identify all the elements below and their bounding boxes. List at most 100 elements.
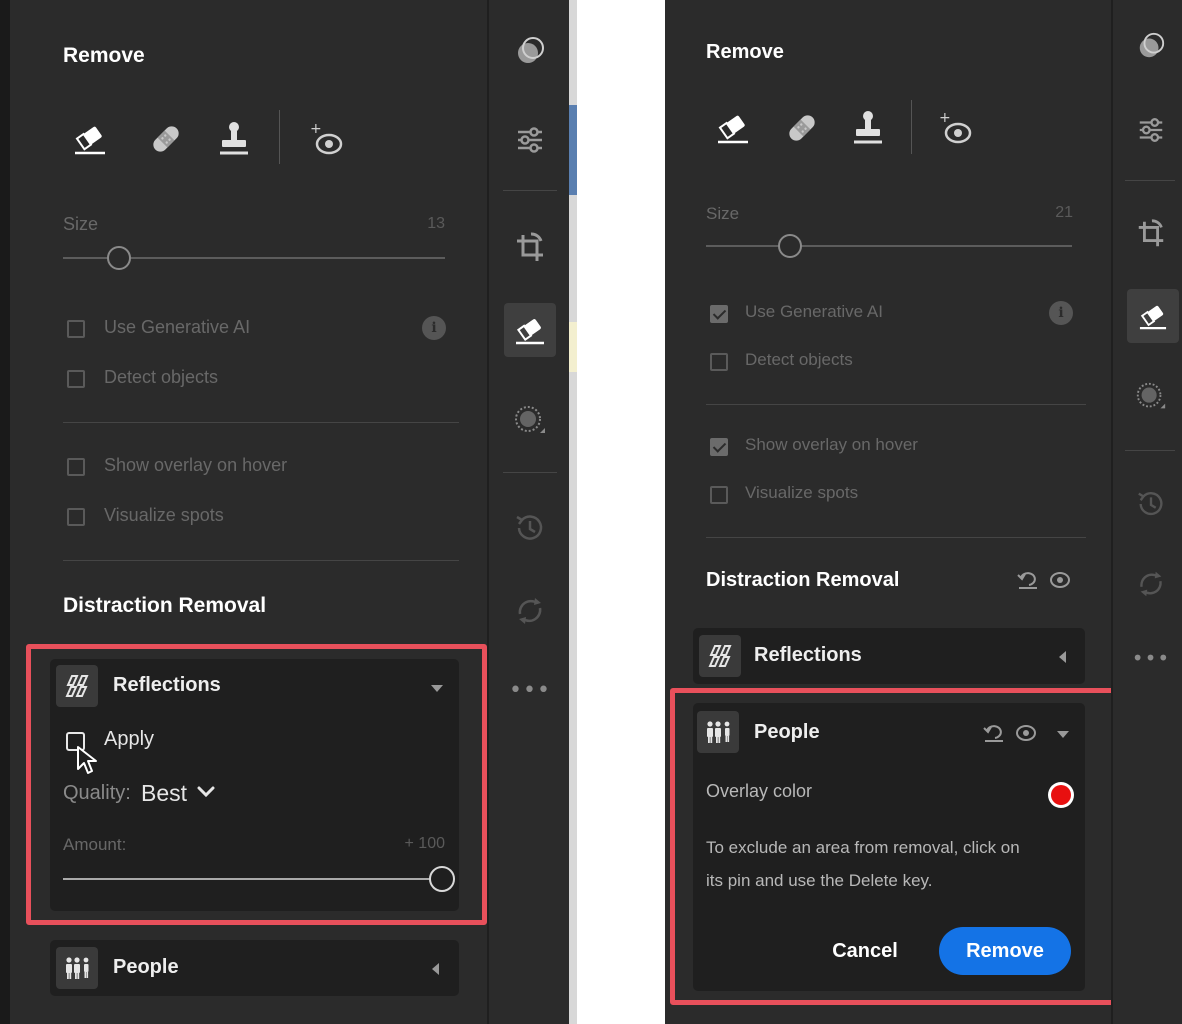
remove-title: Remove xyxy=(63,44,145,67)
cursor-arrow-icon xyxy=(76,745,100,781)
crop-rotate-icon[interactable] xyxy=(1127,210,1175,258)
stamp-icon[interactable] xyxy=(212,117,256,161)
more-icon[interactable]: ••• xyxy=(1127,634,1175,682)
masking-icon[interactable] xyxy=(1127,22,1175,70)
stamp-icon[interactable] xyxy=(846,106,890,150)
people-icon xyxy=(56,947,98,989)
size-label: Size xyxy=(63,214,99,234)
people-title[interactable]: People xyxy=(113,956,179,979)
adjust-sliders-icon[interactable] xyxy=(506,116,554,164)
tool-strip-left: ••• xyxy=(487,0,569,1024)
sync-icon[interactable] xyxy=(506,587,554,635)
gen-ai-checkbox[interactable] xyxy=(67,320,85,338)
chevron-down-icon[interactable] xyxy=(197,784,215,803)
section-divider xyxy=(706,404,1086,405)
amount-label: Amount: xyxy=(63,835,127,854)
info-icon[interactable]: i xyxy=(422,316,446,340)
cancel-button[interactable]: Cancel xyxy=(817,927,913,975)
reset-icon[interactable] xyxy=(983,723,1005,747)
dot-grid-icon[interactable] xyxy=(506,397,554,445)
reflections-title[interactable]: Reflections xyxy=(754,644,862,667)
distraction-removal-title: Distraction Removal xyxy=(63,594,267,617)
eye-icon[interactable] xyxy=(1015,724,1037,746)
amount-value: + 100 xyxy=(404,835,445,852)
more-icon[interactable]: ••• xyxy=(506,666,554,714)
size-value: 21 xyxy=(1055,204,1073,221)
quality-dropdown[interactable]: Best xyxy=(141,780,187,807)
gen-ai-label: Use Generative AI xyxy=(745,302,883,321)
distraction-removal-title: Distraction Removal xyxy=(706,569,900,591)
people-title[interactable]: People xyxy=(754,721,820,744)
red-eye-icon[interactable]: + xyxy=(933,106,977,150)
window-edge xyxy=(0,0,10,1024)
size-value: 13 xyxy=(427,215,445,232)
section-divider xyxy=(706,537,1086,538)
chevron-down-icon[interactable] xyxy=(1057,731,1069,738)
section-divider xyxy=(63,422,459,423)
help-text-line1: To exclude an area from removal, click o… xyxy=(706,838,1020,857)
visualize-spots-label: Visualize spots xyxy=(745,483,859,502)
section-divider xyxy=(63,560,459,561)
bandage-icon[interactable] xyxy=(144,117,188,161)
amount-slider-thumb[interactable] xyxy=(429,866,455,892)
detect-objects-label: Detect objects xyxy=(104,367,219,387)
info-icon[interactable]: i xyxy=(1049,301,1073,325)
detect-objects-checkbox[interactable] xyxy=(710,353,728,371)
visualize-spots-label: Visualize spots xyxy=(104,505,224,525)
strip-divider xyxy=(503,190,557,191)
gen-ai-checkbox[interactable] xyxy=(710,305,728,323)
size-label: Size xyxy=(706,204,740,223)
strip-divider xyxy=(1125,450,1175,451)
tool-strip-right: ••• xyxy=(1111,0,1182,1024)
visualize-spots-checkbox[interactable] xyxy=(67,508,85,526)
chevron-left-icon[interactable] xyxy=(432,963,439,975)
chevron-down-icon[interactable] xyxy=(431,685,443,692)
remove-panel-left: Remove + Size 13 Use Generative AI i Det… xyxy=(10,0,487,1024)
show-overlay-checkbox[interactable] xyxy=(710,438,728,456)
show-overlay-checkbox[interactable] xyxy=(67,458,85,476)
masking-icon[interactable] xyxy=(506,27,554,75)
show-overlay-label: Show overlay on hover xyxy=(104,455,288,475)
tool-divider xyxy=(911,100,912,154)
amount-slider-track[interactable] xyxy=(63,878,433,880)
reflections-card[interactable]: Reflections xyxy=(693,628,1085,684)
apply-label: Apply xyxy=(104,728,155,750)
people-card[interactable]: People xyxy=(50,940,459,996)
eraser-icon[interactable] xyxy=(68,117,112,161)
chevron-left-icon[interactable] xyxy=(1059,651,1066,663)
size-slider-thumb[interactable] xyxy=(778,234,802,258)
quality-label: Quality: xyxy=(63,782,131,804)
dot-grid-icon[interactable] xyxy=(1127,373,1175,421)
detect-objects-checkbox[interactable] xyxy=(67,370,85,388)
svg-text:+: + xyxy=(939,110,951,126)
remove-button[interactable]: Remove xyxy=(939,927,1071,975)
help-text-line2: its pin and use the Delete key. xyxy=(706,871,933,890)
history-icon[interactable] xyxy=(506,504,554,552)
strip-divider xyxy=(1125,180,1175,181)
red-eye-icon[interactable]: + xyxy=(304,117,348,161)
overlay-color-label: Overlay color xyxy=(706,781,813,801)
eraser-icon[interactable] xyxy=(504,303,556,357)
eye-icon[interactable] xyxy=(1049,571,1071,593)
reset-icon[interactable] xyxy=(1017,570,1039,594)
crop-rotate-icon[interactable] xyxy=(506,224,554,272)
reflections-icon xyxy=(699,635,741,677)
history-icon[interactable] xyxy=(1127,480,1175,528)
gen-ai-label: Use Generative AI xyxy=(104,317,251,337)
remove-title: Remove xyxy=(706,41,784,63)
svg-text:+: + xyxy=(310,121,322,137)
eraser-icon[interactable] xyxy=(1127,289,1179,343)
sync-icon[interactable] xyxy=(1127,560,1175,608)
size-slider-thumb[interactable] xyxy=(107,246,131,270)
eraser-icon[interactable] xyxy=(711,106,755,150)
size-slider-track[interactable] xyxy=(706,245,1072,247)
tool-divider xyxy=(279,110,280,164)
bandage-icon[interactable] xyxy=(780,106,824,150)
visualize-spots-checkbox[interactable] xyxy=(710,486,728,504)
show-overlay-label: Show overlay on hover xyxy=(745,435,918,454)
detect-objects-label: Detect objects xyxy=(745,350,853,369)
adjust-sliders-icon[interactable] xyxy=(1127,106,1175,154)
overlay-color-swatch[interactable] xyxy=(1048,782,1074,808)
reflections-title[interactable]: Reflections xyxy=(113,674,221,697)
strip-divider xyxy=(503,472,557,473)
